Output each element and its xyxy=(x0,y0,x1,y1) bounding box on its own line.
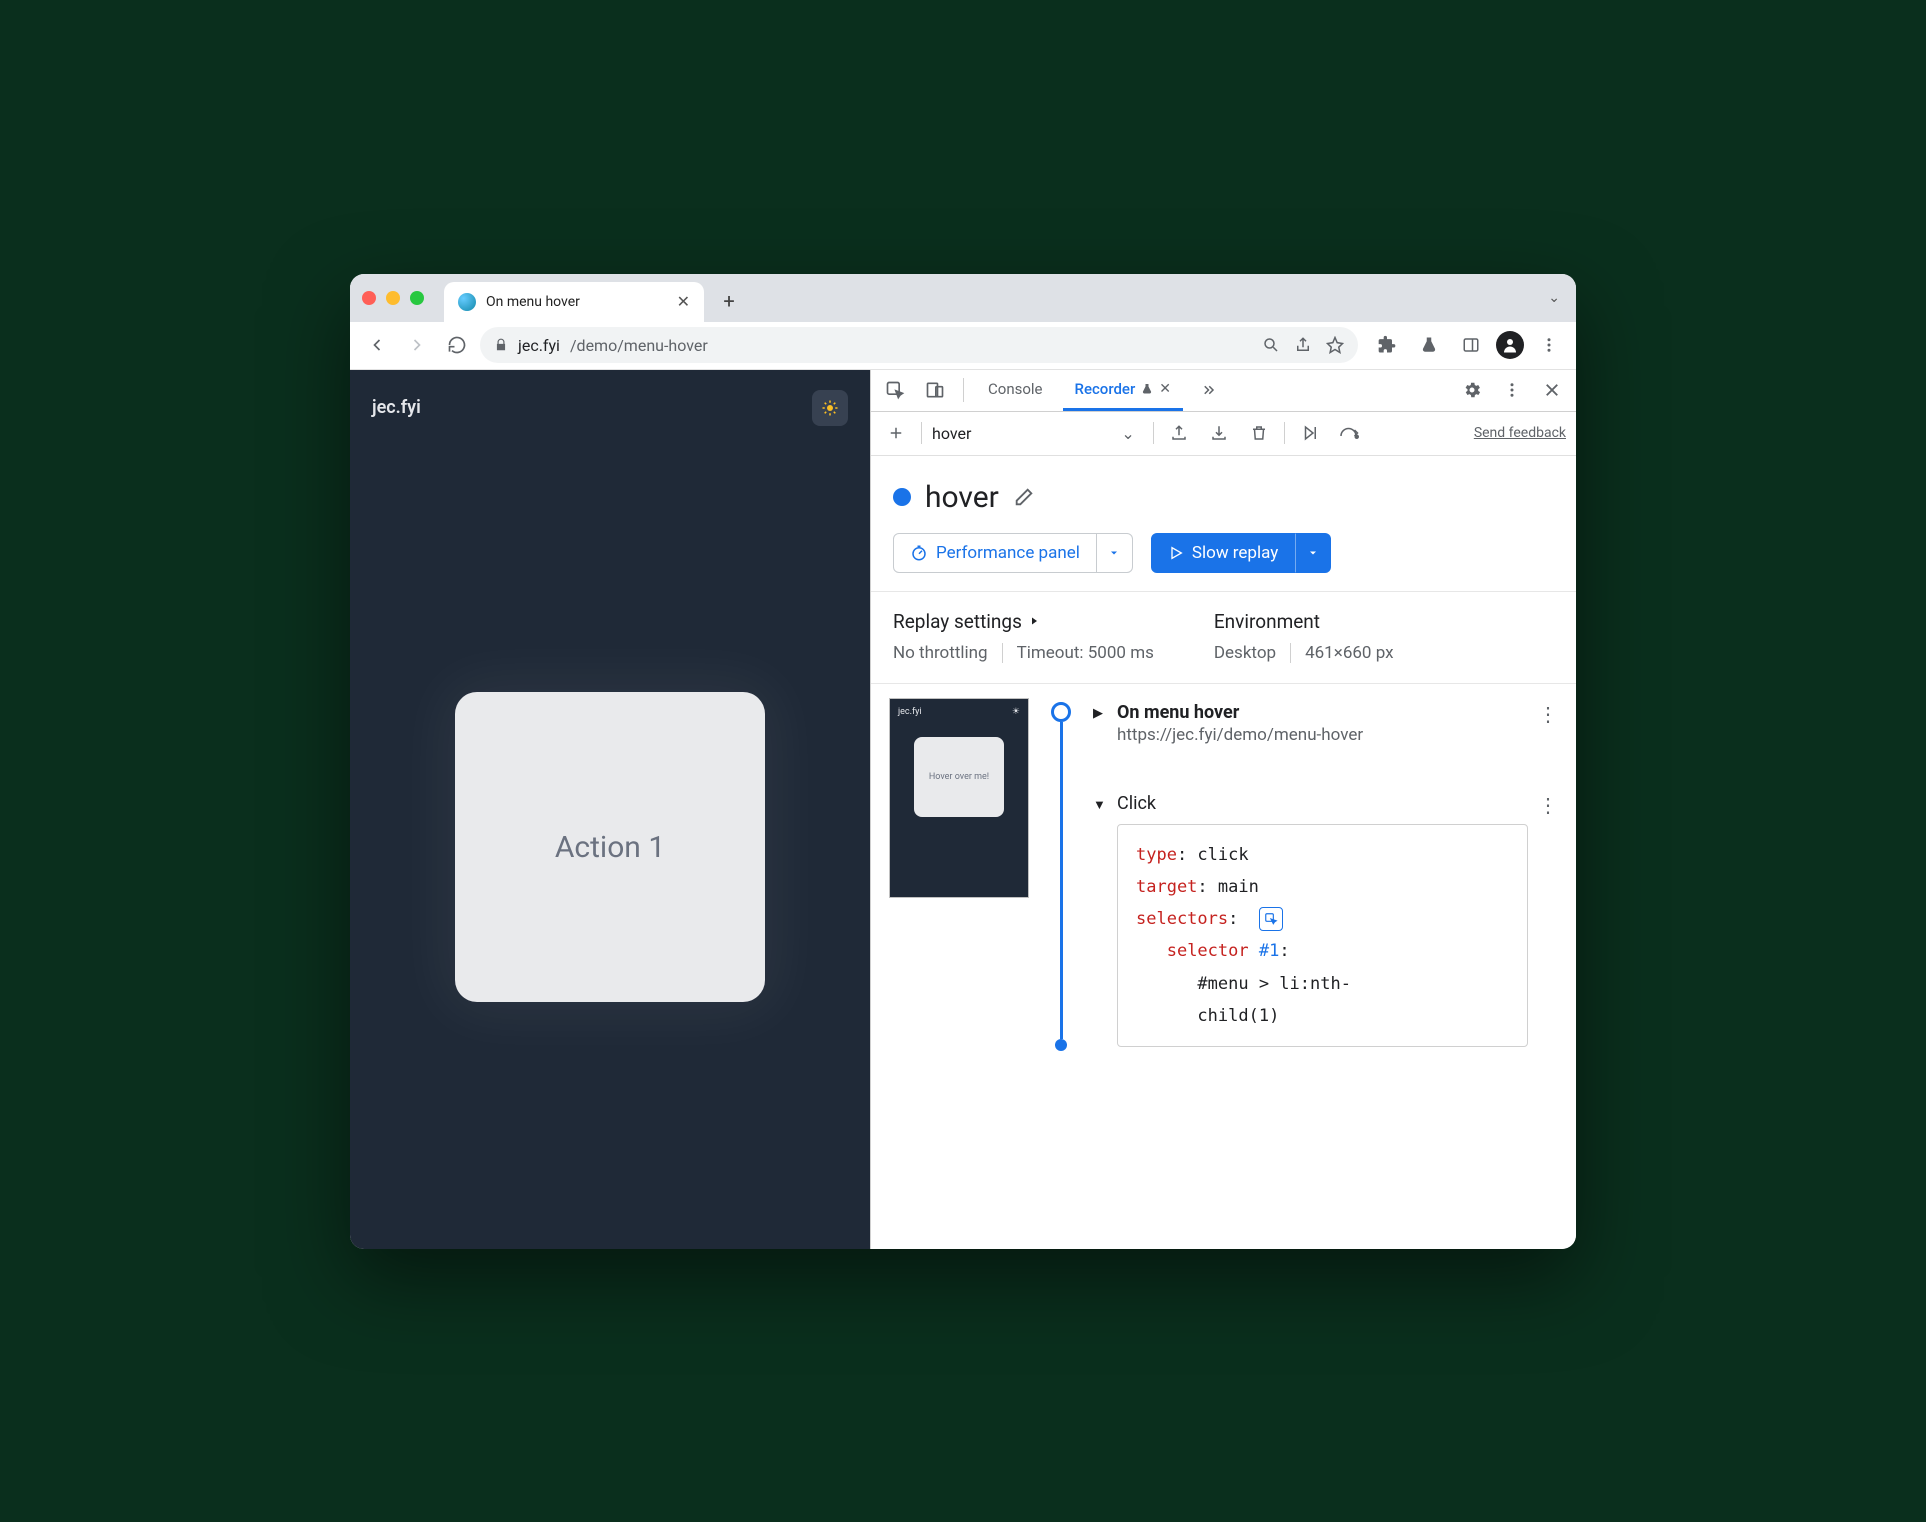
tab-title: On menu hover xyxy=(486,294,580,310)
favicon-icon xyxy=(458,293,476,311)
send-feedback-link[interactable]: Send feedback xyxy=(1474,425,1566,441)
browser-window: On menu hover ✕ + ⌄ jec.fyi/demo/menu-ho… xyxy=(350,274,1576,1249)
pin-icon xyxy=(1141,383,1153,395)
step-nav-url: https://jec.fyi/demo/menu-hover xyxy=(1117,725,1528,745)
tabs-dropdown-icon[interactable]: ⌄ xyxy=(1548,290,1560,306)
close-window-icon[interactable] xyxy=(362,291,376,305)
theme-toggle-button[interactable] xyxy=(812,390,848,426)
profile-avatar[interactable] xyxy=(1496,331,1524,359)
close-devtools-icon[interactable] xyxy=(1536,374,1568,406)
import-icon[interactable] xyxy=(1204,418,1234,448)
toolbar-right xyxy=(1364,328,1566,362)
devtools-tabs: Console Recorder ✕ xyxy=(871,370,1576,412)
caret-down-icon: ▼ xyxy=(1093,793,1107,813)
recorder-toolbar: hover ⌄ Send feedback xyxy=(871,412,1576,456)
labs-icon[interactable] xyxy=(1412,328,1446,362)
steps-section: jec.fyi☀ Hover over me! ▶ On menu hover xyxy=(871,684,1576,1249)
recording-header: hover Performance panel Slow xyxy=(871,456,1576,592)
performance-button-group: Performance panel xyxy=(893,533,1133,573)
maximize-window-icon[interactable] xyxy=(410,291,424,305)
timeline-start-icon xyxy=(1051,702,1071,722)
tab-console[interactable]: Console xyxy=(976,370,1055,411)
forward-button[interactable] xyxy=(400,328,434,362)
selector-caret-icon: ⌄ xyxy=(1121,424,1134,443)
lock-icon xyxy=(494,338,508,352)
replay-button-group: Slow replay xyxy=(1151,533,1331,573)
replay-settings-heading[interactable]: Replay settings xyxy=(893,610,1154,633)
replay-dropdown[interactable] xyxy=(1295,533,1331,573)
more-tabs-icon[interactable] xyxy=(1191,374,1223,406)
step-click-title: Click xyxy=(1117,793,1528,814)
caret-right-icon xyxy=(1028,615,1040,627)
export-icon[interactable] xyxy=(1164,418,1194,448)
url-path: /demo/menu-hover xyxy=(570,336,708,355)
viewport-value: 461×660 px xyxy=(1305,643,1393,663)
caret-right-icon: ▶ xyxy=(1093,702,1107,721)
step-icon[interactable] xyxy=(1295,418,1325,448)
step-menu-icon[interactable]: ⋮ xyxy=(1538,793,1558,817)
tab-recorder[interactable]: Recorder ✕ xyxy=(1063,370,1184,411)
window-controls xyxy=(362,274,444,322)
timeout-value: Timeout: 5000 ms xyxy=(1017,643,1154,663)
continue-icon[interactable] xyxy=(1335,418,1365,448)
slow-replay-button[interactable]: Slow replay xyxy=(1151,533,1295,573)
omnibox-actions xyxy=(1262,336,1344,354)
step-nav-title: On menu hover xyxy=(1117,702,1528,723)
device-value: Desktop xyxy=(1214,643,1276,663)
content-split: jec.fyi Action 1 Console Recorder ✕ xyxy=(350,370,1576,1249)
screenshot-thumbnail[interactable]: jec.fyi☀ Hover over me! xyxy=(889,698,1029,898)
close-tab-icon[interactable]: ✕ xyxy=(677,292,690,311)
throttling-value: No throttling xyxy=(893,643,988,663)
site-brand: jec.fyi xyxy=(372,397,421,418)
delete-icon[interactable] xyxy=(1244,418,1274,448)
page-header: jec.fyi xyxy=(350,370,870,446)
timeline-dot-icon xyxy=(1055,1039,1067,1051)
devtools-panel: Console Recorder ✕ hover ⌄ xyxy=(870,370,1576,1249)
record-indicator-icon xyxy=(893,488,911,506)
action-card[interactable]: Action 1 xyxy=(455,692,765,1002)
bookmark-icon[interactable] xyxy=(1326,336,1344,354)
selector-picker-icon[interactable] xyxy=(1259,907,1283,931)
reload-button[interactable] xyxy=(440,328,474,362)
settings-icon[interactable] xyxy=(1456,374,1488,406)
recording-title: hover xyxy=(925,480,999,515)
minimize-window-icon[interactable] xyxy=(386,291,400,305)
address-bar[interactable]: jec.fyi/demo/menu-hover xyxy=(480,327,1358,363)
tab-active[interactable]: On menu hover ✕ xyxy=(444,282,704,322)
extensions-icon[interactable] xyxy=(1370,328,1404,362)
settings-section: Replay settings No throttling Timeout: 5… xyxy=(871,592,1576,684)
devtools-menu-icon[interactable] xyxy=(1496,374,1528,406)
browser-toolbar: jec.fyi/demo/menu-hover xyxy=(350,322,1576,370)
rendered-page: jec.fyi Action 1 xyxy=(350,370,870,1249)
page-body: Action 1 xyxy=(350,446,870,1249)
zoom-icon[interactable] xyxy=(1262,336,1280,354)
tab-strip: On menu hover ✕ + ⌄ xyxy=(350,274,1576,322)
new-tab-button[interactable]: + xyxy=(712,284,746,318)
step-menu-icon[interactable]: ⋮ xyxy=(1538,702,1558,726)
chrome-menu-icon[interactable] xyxy=(1532,328,1566,362)
device-toolbar-icon[interactable] xyxy=(919,374,951,406)
performance-dropdown[interactable] xyxy=(1097,533,1133,573)
performance-panel-button[interactable]: Performance panel xyxy=(893,533,1097,573)
edit-title-icon[interactable] xyxy=(1013,486,1035,508)
recording-selector[interactable]: hover ⌄ xyxy=(932,424,1143,443)
sidepanel-icon[interactable] xyxy=(1454,328,1488,362)
step-navigation[interactable]: ▶ On menu hover https://jec.fyi/demo/men… xyxy=(1093,698,1558,749)
environment-heading: Environment xyxy=(1214,610,1394,633)
back-button[interactable] xyxy=(360,328,394,362)
timeline xyxy=(1047,698,1075,1052)
step-click[interactable]: ▼ Click type: click target: main selecto… xyxy=(1093,789,1558,1052)
url-domain: jec.fyi xyxy=(518,336,560,355)
inspect-element-icon[interactable] xyxy=(879,374,911,406)
share-icon[interactable] xyxy=(1294,336,1312,354)
close-panel-icon[interactable]: ✕ xyxy=(1159,381,1171,397)
new-recording-button[interactable] xyxy=(881,418,911,448)
step-click-details: type: click target: main selectors: sele… xyxy=(1117,824,1528,1048)
